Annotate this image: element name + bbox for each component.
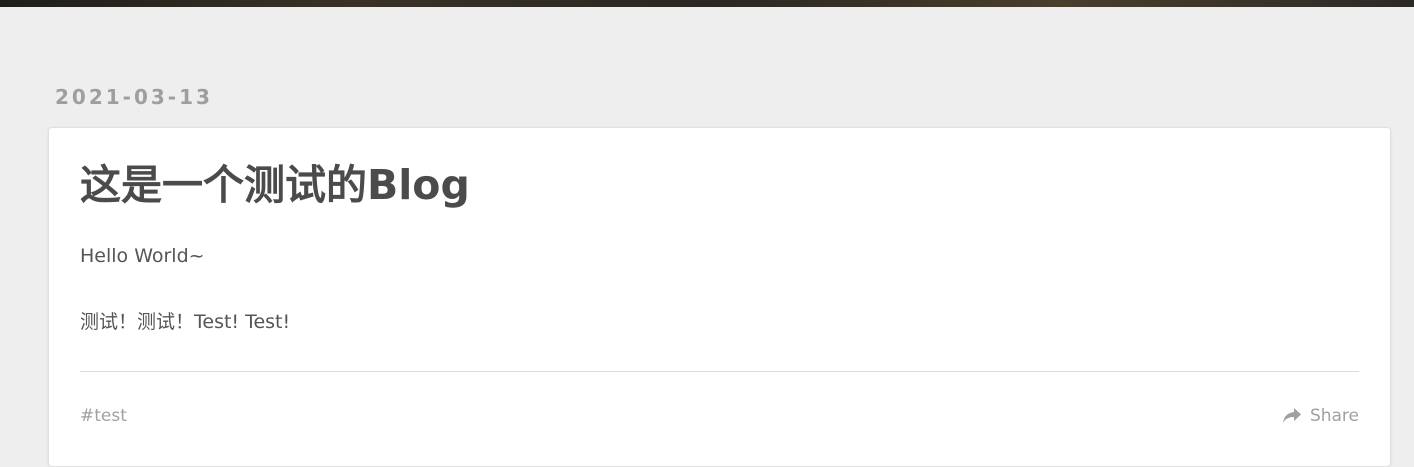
post-tag-link[interactable]: #test	[80, 404, 127, 428]
post-paragraph: Hello World~	[80, 245, 205, 267]
post-divider	[80, 371, 1359, 372]
post-paragraph: 测试！测试！Test! Test!	[80, 311, 291, 333]
post-title[interactable]: 这是一个测试的Blog	[80, 158, 470, 212]
header-banner-image	[0, 0, 1414, 7]
post-card: 这是一个测试的Blog Hello World~ 测试！测试！Test! Tes…	[48, 127, 1391, 467]
share-button[interactable]: Share	[1282, 404, 1359, 428]
share-arrow-icon	[1282, 407, 1302, 425]
post-date: 2021-03-13	[55, 85, 213, 109]
share-label: Share	[1309, 406, 1359, 426]
